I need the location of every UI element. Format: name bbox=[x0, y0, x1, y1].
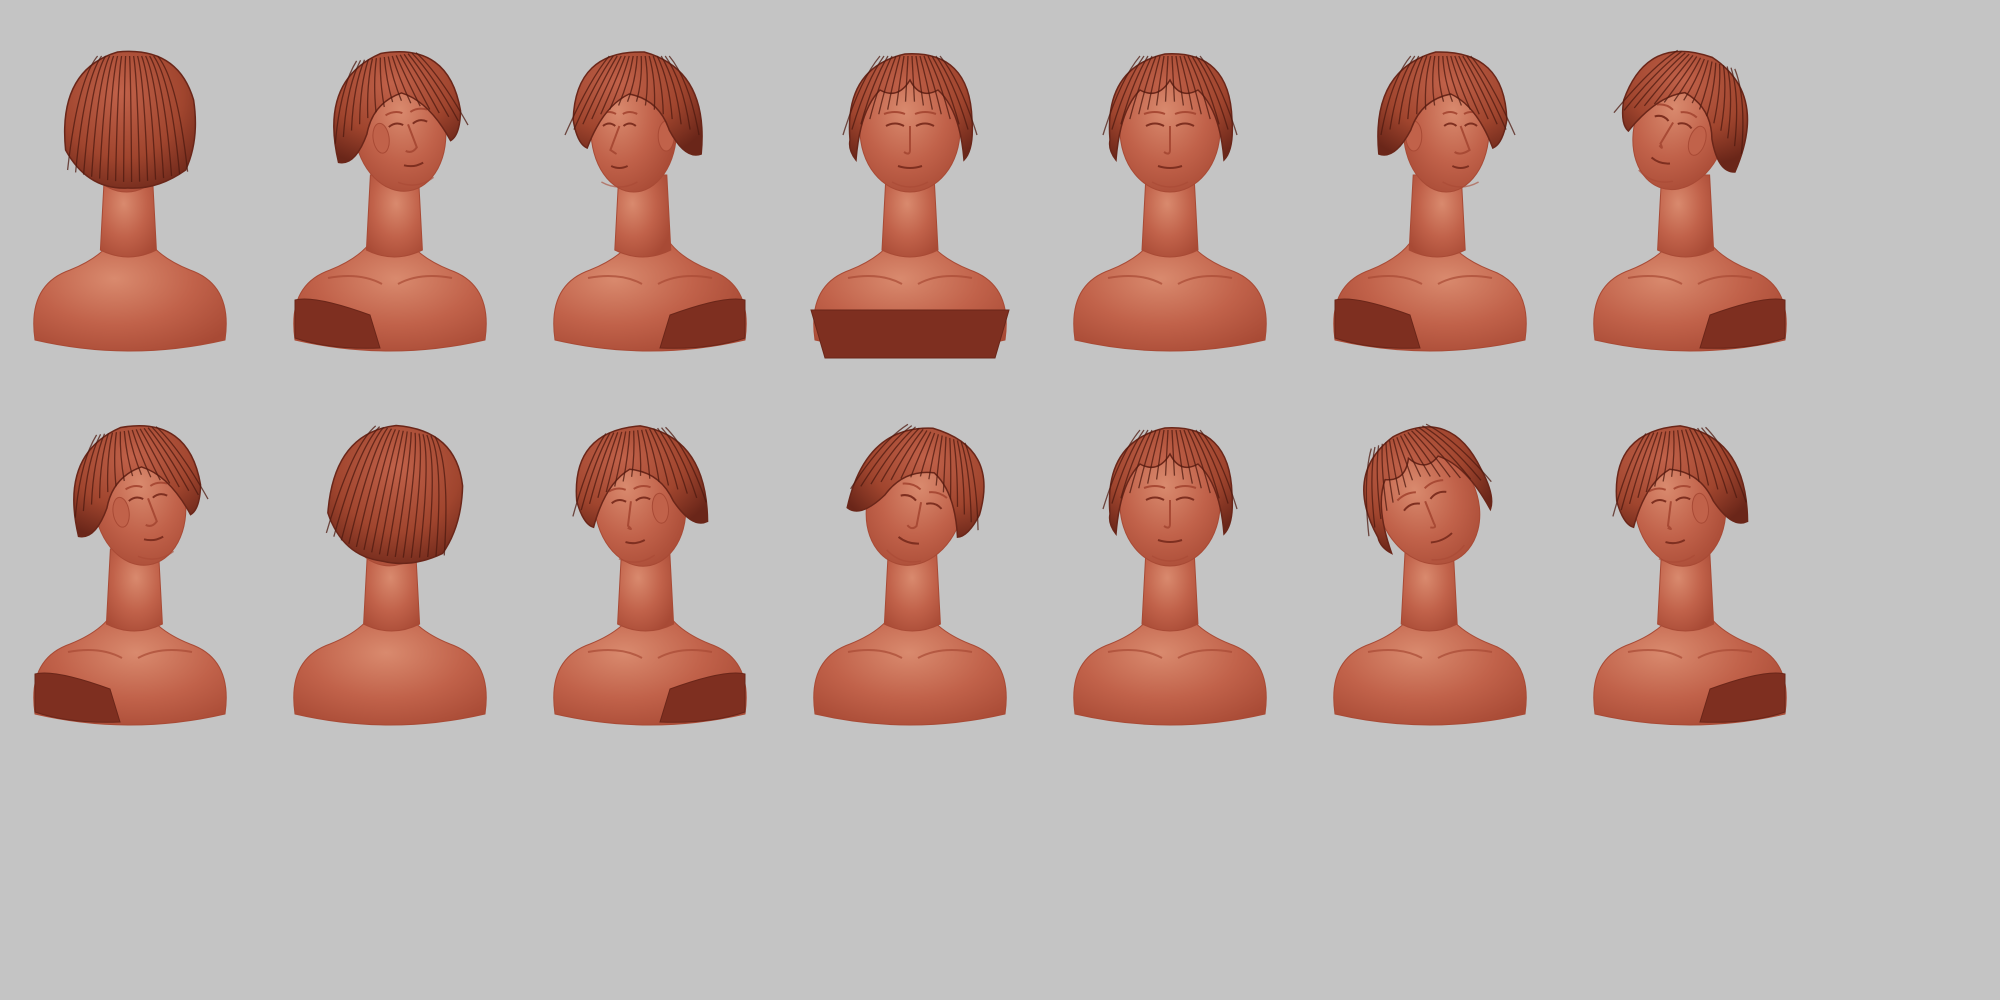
bust-three-quarter-right bbox=[33, 425, 227, 726]
bust-figure bbox=[1593, 425, 1787, 726]
bust-figure bbox=[1333, 51, 1527, 352]
bust-figure bbox=[33, 50, 227, 352]
head bbox=[842, 53, 978, 193]
bust-figure bbox=[1073, 427, 1267, 726]
bust-three-quarter-up-left bbox=[1593, 49, 1787, 352]
bust-three-quarter-left bbox=[553, 425, 747, 726]
bust-figure bbox=[1593, 49, 1787, 352]
bust-top-down bbox=[1333, 423, 1527, 726]
head bbox=[572, 425, 709, 567]
bust-figure bbox=[1333, 423, 1527, 726]
head bbox=[1613, 49, 1749, 191]
bust-front bbox=[1073, 53, 1267, 352]
bust-top-down-right bbox=[813, 423, 1007, 726]
bust-figure bbox=[553, 51, 747, 352]
bust-front bbox=[1073, 427, 1267, 726]
bust-figure bbox=[1073, 53, 1267, 352]
head bbox=[846, 423, 985, 566]
bust-profile-left bbox=[553, 51, 747, 352]
bust-figure bbox=[33, 425, 227, 726]
head bbox=[1102, 427, 1238, 567]
bust-row-bottom bbox=[0, 374, 2000, 748]
bust-three-quarter-left bbox=[1593, 425, 1787, 726]
bust-figure bbox=[293, 424, 487, 726]
bust-back-left bbox=[33, 50, 227, 352]
head bbox=[63, 50, 197, 193]
bust-row-top bbox=[0, 0, 2000, 374]
head bbox=[1363, 423, 1493, 565]
base-cut bbox=[810, 309, 1010, 359]
bust-front-low bbox=[810, 53, 1010, 359]
bust-figure bbox=[553, 425, 747, 726]
head bbox=[564, 51, 703, 193]
head bbox=[1377, 51, 1516, 193]
bust-figure bbox=[810, 53, 1010, 359]
head bbox=[325, 424, 464, 567]
bust-figure bbox=[293, 51, 487, 352]
bust-profile-right bbox=[1333, 51, 1527, 352]
bust-back-high bbox=[293, 424, 487, 726]
bust-three-quarter-right bbox=[293, 51, 487, 352]
head bbox=[1612, 425, 1749, 567]
head bbox=[73, 425, 209, 566]
head bbox=[1102, 53, 1238, 193]
bust-figure bbox=[813, 423, 1007, 726]
head bbox=[333, 51, 469, 192]
turntable-sheet bbox=[0, 0, 2000, 1000]
